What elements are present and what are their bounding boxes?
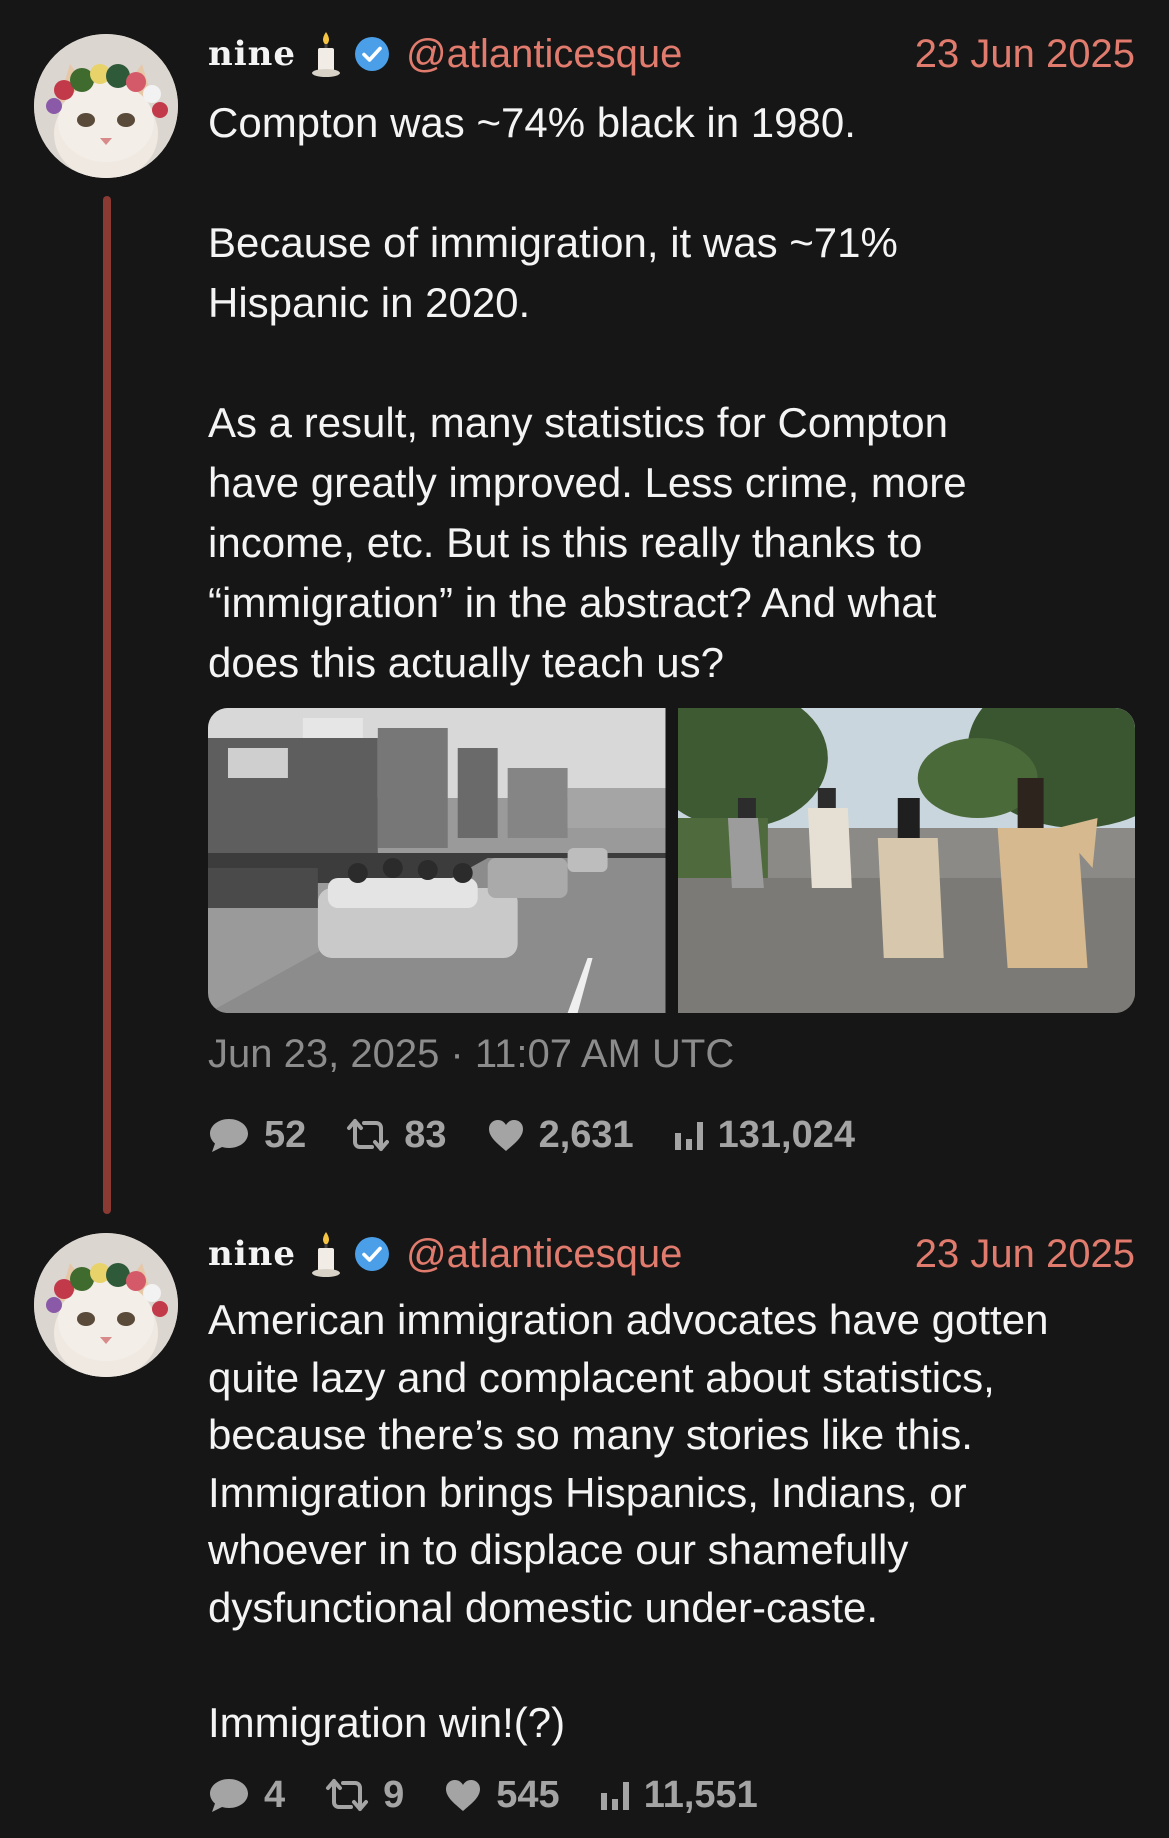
repost-button[interactable]: 83: [346, 1113, 447, 1157]
reply-icon: [208, 1116, 250, 1154]
thread-line: [103, 196, 111, 1214]
views-stat[interactable]: 131,024: [674, 1114, 855, 1157]
display-name[interactable]: nine: [208, 34, 296, 74]
view-count: 11,551: [643, 1773, 758, 1816]
view-count: 131,024: [717, 1113, 856, 1156]
reply-button[interactable]: 4: [208, 1774, 285, 1817]
like-count: 545: [496, 1773, 560, 1816]
post-text: Compton was ~74% black in 1980. Because …: [208, 99, 967, 686]
candle-icon: [310, 30, 342, 78]
media-gallery: [208, 708, 1135, 1013]
verified-icon: [354, 1236, 390, 1272]
repost-icon: [346, 1118, 390, 1152]
author-handle[interactable]: @atlanticesque: [406, 1232, 682, 1277]
post-timestamp[interactable]: Jun 23, 2025 · 11:07 AM UTC: [208, 1032, 734, 1077]
heart-icon: [444, 1778, 482, 1812]
views-stat[interactable]: 11,551: [600, 1774, 758, 1817]
bar-chart-icon: [674, 1119, 704, 1151]
like-button[interactable]: 545: [444, 1773, 560, 1817]
parade-photo-icon: [208, 708, 666, 1013]
avatar[interactable]: [34, 34, 178, 178]
horse-riders-photo-icon: [677, 708, 1135, 1013]
like-button[interactable]: 2,631: [487, 1114, 634, 1157]
post-stats: 52 83 2,631 131,024: [208, 1110, 895, 1160]
post-date[interactable]: 23 Jun 2025: [915, 32, 1135, 77]
media-photo-parade[interactable]: [208, 708, 666, 1013]
reply-icon: [208, 1776, 250, 1814]
repost-count: 83: [404, 1113, 447, 1156]
post-header: nine @atlanticesque 23 Jun 2025: [208, 1228, 1135, 1280]
bar-chart-icon: [600, 1779, 630, 1811]
reply-button[interactable]: 52: [208, 1114, 306, 1157]
repost-icon: [325, 1778, 369, 1812]
author-handle[interactable]: @atlanticesque: [406, 32, 682, 77]
display-name[interactable]: nine: [208, 1234, 296, 1274]
post-stats: 4 9 545 11,551: [208, 1770, 798, 1820]
post-header: nine @atlanticesque 23 Jun 2025: [208, 28, 1135, 80]
post-date[interactable]: 23 Jun 2025: [915, 1232, 1135, 1277]
post-text: American immigration advocates have gott…: [208, 1296, 1049, 1746]
heart-icon: [487, 1118, 525, 1152]
media-photo-horse-riders[interactable]: [677, 708, 1135, 1013]
like-count: 2,631: [538, 1113, 634, 1156]
avatar[interactable]: [34, 1233, 178, 1377]
cat-avatar-icon: [34, 34, 178, 178]
reply-count: 4: [264, 1773, 286, 1816]
candle-icon: [310, 1230, 342, 1278]
repost-count: 9: [383, 1773, 405, 1816]
cat-avatar-icon: [34, 1233, 178, 1377]
verified-icon: [354, 36, 390, 72]
repost-button[interactable]: 9: [325, 1774, 404, 1817]
reply-count: 52: [264, 1113, 307, 1156]
